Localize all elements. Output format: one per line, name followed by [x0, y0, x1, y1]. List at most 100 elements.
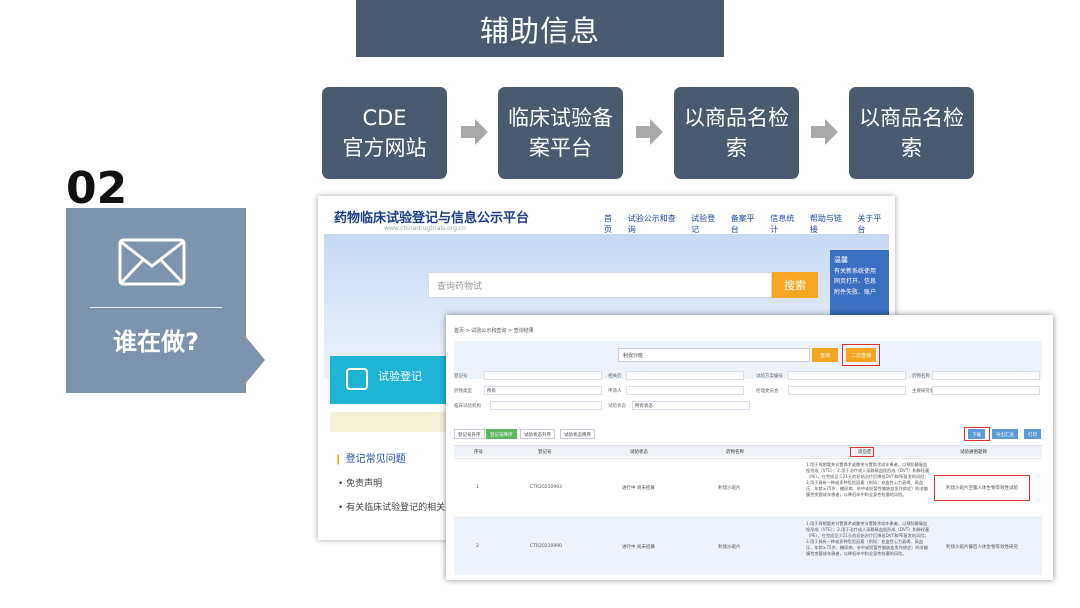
site-title: 药物临床试验登记与信息公示平台 [334, 211, 530, 226]
breadcrumb: 首页 > 试验公示和查询 > 查询结果 [454, 328, 534, 334]
who-label: 谁在做? [113, 328, 199, 356]
bulb-icon: ❙ [334, 454, 343, 465]
nav-item-help[interactable]: 帮助与链接 [810, 213, 850, 235]
col-header: 试验状态 [630, 450, 648, 455]
nav-item-stats[interactable]: 信息统计 [770, 213, 802, 235]
step-label-line2: 案平台 [529, 136, 592, 160]
drug-type-select[interactable]: 所有 [484, 386, 602, 395]
step-label-line1: 以商品名检 [859, 105, 964, 130]
sort-status-asc-button[interactable]: 试验状态升序 [520, 429, 555, 439]
protocol-no-field[interactable] [788, 371, 906, 380]
site-nav: 首页 试验公示和查询 试验登记 备案平台 信息统计 帮助与链接 关于平台 [604, 213, 889, 235]
highlight-download [964, 427, 990, 441]
cell-indication: 1.用于择期髋关节置换术或膝关节置换术成年患者，以预防静脉血栓形成（VTE）；2… [806, 521, 930, 557]
export-button[interactable]: 导出汇总 [992, 429, 1018, 439]
arrow-right-icon [811, 119, 838, 145]
institution-field[interactable] [490, 401, 602, 410]
step-label-line2: 索 [901, 136, 922, 160]
sort-toolbar: 登记号升序 登记号降序 试验状态升序 试验状态降序 下载 导出汇总 打印 [454, 427, 1042, 441]
table-row[interactable]: 1 CTR20210993 进行中 尚未招募 利伐沙班片 1.用于择期髋关节置换… [454, 458, 1042, 516]
field-label: 药物类型 [454, 389, 472, 394]
cell-title[interactable]: 利伐沙班片餐后人体生物等效性研究 [946, 544, 1018, 550]
field-label: 临床试验机构 [454, 404, 481, 409]
trial-status-select[interactable]: 所有状态 [632, 401, 750, 410]
notice-box: 温馨 有关新系统使用 网页打开、信息 附件失败、账户 [830, 250, 889, 320]
cell-index: 2 [476, 544, 479, 549]
who-panel [66, 208, 246, 393]
related-drug-field[interactable] [626, 371, 744, 380]
arrow-right-icon [636, 119, 663, 145]
search-results-screenshot: 首页 > 试验公示和查询 > 查询结果 利伐沙班 查询 二次查询 登记号 相关药… [446, 315, 1053, 580]
faq-title-text: 登记常见问题 [345, 454, 406, 465]
step-trial-registry: 临床试验备 案平台 [498, 87, 623, 179]
field-label: 申请人 [608, 389, 622, 394]
section-title: 辅助信息 [356, 0, 724, 57]
info-bar [330, 412, 450, 432]
nav-item-home[interactable]: 首页 [604, 213, 620, 235]
nav-item-query[interactable]: 试验公示和查询 [628, 213, 683, 235]
nav-item-register[interactable]: 试验登记 [691, 213, 723, 235]
form-row: 登记号 相关药 试验方案编号 药物名称 [454, 371, 1042, 381]
cell-drug: 利伐沙班片 [718, 545, 741, 550]
highlight-title [934, 475, 1030, 501]
reg-no-field[interactable] [484, 371, 602, 380]
investigator-field[interactable] [932, 386, 1040, 395]
step-label-line2: 官方网站 [342, 136, 427, 160]
faq-title: ❙ 登记常见问题 [334, 450, 406, 465]
notice-line: 附件失败、账户 [834, 289, 877, 297]
register-banner[interactable]: 试验登记 [330, 356, 450, 404]
register-banner-text: 试验登记 [378, 370, 422, 383]
field-label: 相关药 [608, 374, 622, 379]
document-icon [346, 368, 368, 390]
form-row: 药物类型 所有 申请人 伦理委员会 主要研究者 [454, 386, 1042, 396]
highlight-indication [850, 447, 874, 457]
col-header: 药物名称 [726, 450, 744, 455]
step-search-brand-name: 以商品名检 索 [674, 87, 799, 179]
arrow-right-icon [461, 119, 488, 145]
step-label-line2: 索 [726, 136, 747, 160]
cell-status: 进行中 尚未招募 [622, 545, 655, 550]
search-input[interactable]: 查询药物试 [428, 272, 772, 298]
cell-reg-no[interactable]: CTR20210993 [530, 485, 562, 490]
envelope-icon [118, 238, 186, 286]
filter-form: 登记号 相关药 试验方案编号 药物名称 药物类型 所有 申请人 伦理委员会 主要… [454, 371, 1042, 415]
nav-item-filing[interactable]: 备案平台 [731, 213, 763, 235]
search-input[interactable]: 利伐沙班 [618, 348, 810, 362]
form-row: 临床试验机构 试验状态 所有状态 [454, 401, 1042, 411]
applicant-field[interactable] [626, 386, 744, 395]
table-row[interactable]: 2 CTR20210990 进行中 尚未招募 利伐沙班片 1.用于择期髋关节置换… [454, 517, 1042, 575]
sort-status-desc-button[interactable]: 试验状态降序 [560, 429, 595, 439]
query-button[interactable]: 查询 [812, 348, 838, 362]
col-header: 试验通俗题目 [960, 450, 987, 455]
field-label: 药物名称 [912, 374, 930, 379]
sort-reg-desc-button[interactable]: 登记号降序 [486, 429, 517, 439]
field-label: 试验状态 [608, 404, 626, 409]
drug-name-field[interactable] [932, 371, 1040, 380]
step-label-line1: 临床试验备 [508, 105, 613, 130]
faq-item-text: 免责声明 [346, 479, 383, 489]
search-button[interactable]: 搜索 [772, 272, 818, 298]
highlight-second-query [842, 344, 880, 366]
panel-divider [90, 307, 222, 308]
table-header: 序号 登记号 试验状态 药物名称 适应症 试验通俗题目 [454, 445, 1042, 457]
cell-drug: 利伐沙班片 [718, 486, 741, 491]
col-header: 序号 [474, 450, 483, 455]
cell-indication: 1.用于择期髋关节置换术或膝关节置换术成年患者，以预防静脉血栓形成（VTE）；2… [806, 462, 930, 498]
nav-item-about[interactable]: 关于平台 [857, 213, 889, 235]
sort-reg-asc-button[interactable]: 登记号升序 [454, 429, 485, 439]
cell-index: 1 [476, 485, 479, 490]
site-url: www.chinadrugtrials.org.cn [384, 225, 466, 232]
cell-reg-no[interactable]: CTR20210990 [530, 544, 562, 549]
faq-item[interactable]: • 有关临床试验登记的相关要求 [338, 500, 463, 513]
step-search-brand-name-2: 以商品名检 索 [849, 87, 974, 179]
step-cde-site: CDE 官方网站 [322, 87, 447, 179]
ethics-committee-field[interactable] [788, 386, 906, 395]
field-label: 伦理委员会 [756, 389, 779, 394]
print-button[interactable]: 打印 [1024, 429, 1041, 439]
cell-status: 进行中 尚未招募 [622, 486, 655, 491]
faq-item[interactable]: • 免责声明 [338, 476, 382, 489]
panel-pointer [245, 336, 265, 384]
notice-title: 温馨 [834, 256, 848, 264]
col-header: 登记号 [538, 450, 552, 455]
notice-line: 有关新系统使用 [834, 267, 877, 275]
